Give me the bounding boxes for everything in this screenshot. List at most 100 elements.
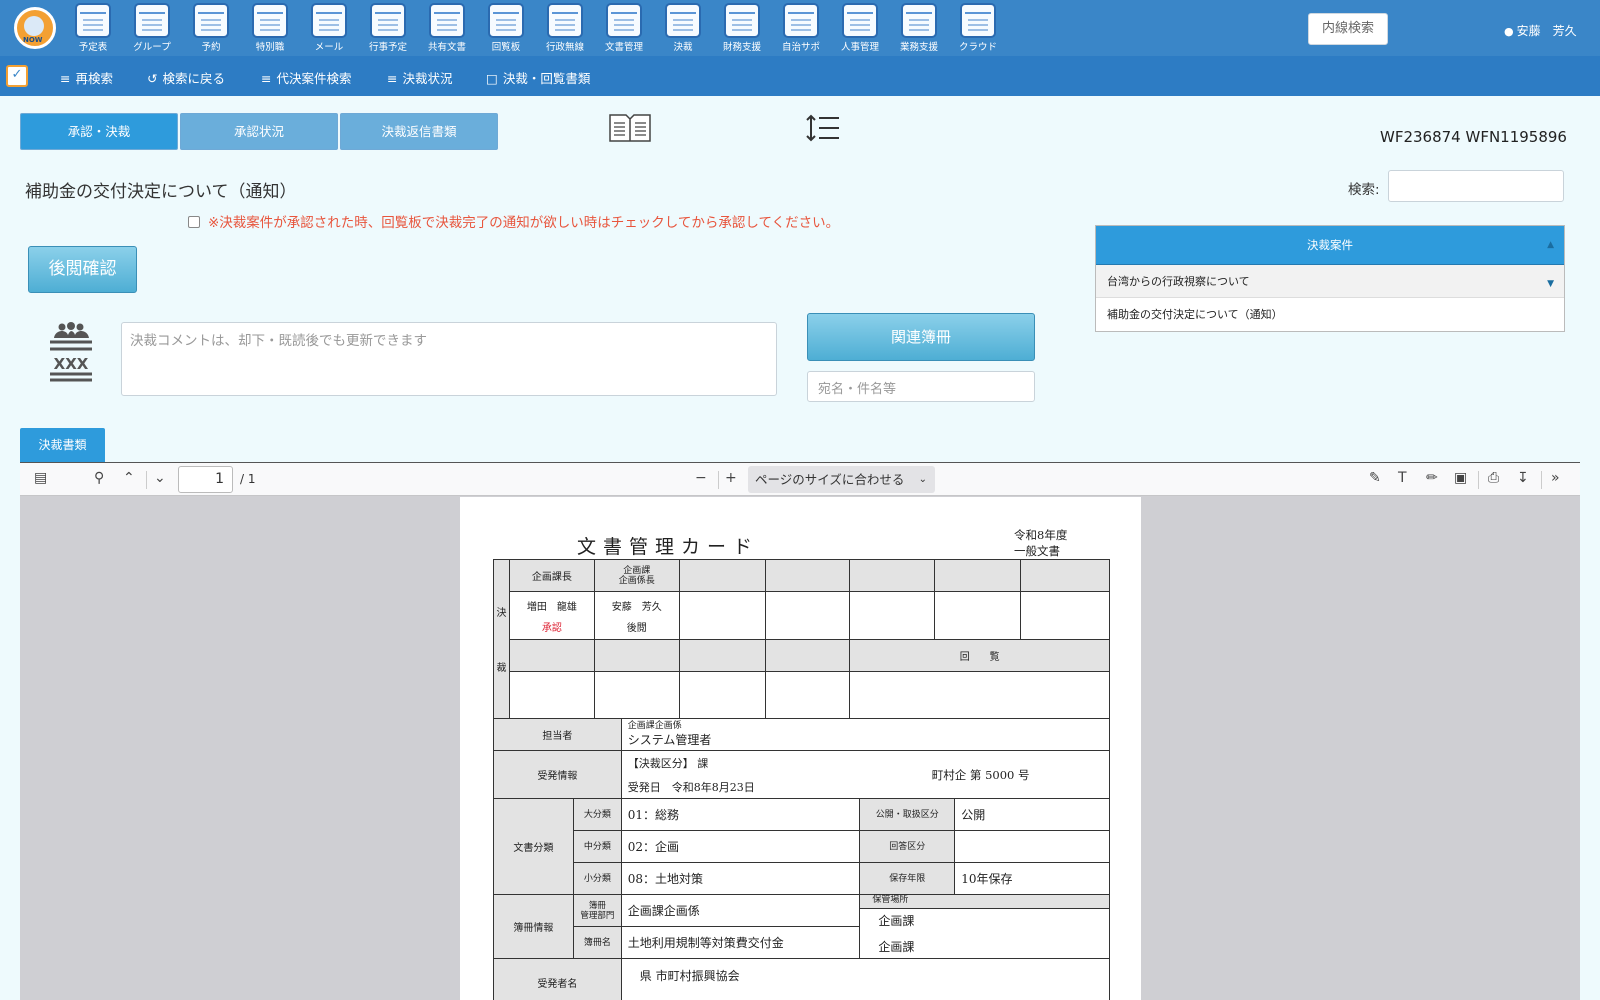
page-number-input[interactable]: 1 bbox=[178, 466, 233, 493]
app-business-support[interactable]: 業務支援 bbox=[890, 3, 948, 55]
page-title: 補助金の交付決定について（通知） bbox=[25, 182, 297, 202]
zoom-value: ページのサイズに合わせる bbox=[755, 472, 905, 487]
zoom-in-icon[interactable]: + bbox=[725, 470, 737, 486]
tab-approval-documents[interactable]: 決裁書類 bbox=[20, 428, 105, 462]
draw-icon[interactable]: ✏ bbox=[1426, 470, 1438, 486]
tab-approval-status[interactable]: 承認状況 bbox=[180, 113, 338, 150]
back-to-search-link[interactable]: ↺ 検索に戻る bbox=[147, 68, 225, 87]
extension-search-button[interactable]: 内線検索 bbox=[1308, 13, 1388, 45]
app-cloud[interactable]: クラウド bbox=[949, 3, 1007, 55]
schedule-icon bbox=[75, 3, 111, 38]
hokan-value-1: 企画課 bbox=[878, 914, 915, 928]
app-reservation[interactable]: 予約 bbox=[182, 3, 240, 55]
app-label: 人事管理 bbox=[840, 42, 879, 53]
approval-docs-link[interactable]: □ 決裁・回覧書類 bbox=[486, 68, 590, 87]
mail-icon bbox=[311, 3, 347, 38]
approval-stamp-table: 決裁 企画課長 企画課 企画係長 増田 龍雄 承認 安藤 芳久 後閲 回 覧 bbox=[493, 559, 1110, 719]
app-circular[interactable]: 回覧板 bbox=[477, 3, 535, 55]
sidebar-toggle-icon[interactable]: ▤ bbox=[34, 470, 47, 486]
related-books-button[interactable]: 関連簿冊 bbox=[807, 313, 1035, 361]
re-search-link[interactable]: ≡ 再検索 bbox=[60, 68, 113, 87]
circulation-head: 回 覧 bbox=[849, 639, 1110, 672]
list-icon: ≡ bbox=[387, 71, 398, 86]
app-mail[interactable]: メール bbox=[300, 3, 358, 55]
image-icon[interactable]: ▣ bbox=[1454, 470, 1467, 486]
proxy-search-link[interactable]: ≡ 代決案件検索 bbox=[261, 68, 352, 87]
related-search-input[interactable]: 宛名・件名等 bbox=[807, 371, 1035, 402]
download-icon[interactable]: ↧ bbox=[1517, 470, 1529, 486]
jyuhatsu-label: 受発情報 bbox=[493, 750, 622, 799]
app-group[interactable]: グループ bbox=[123, 3, 181, 55]
app-label: 自治サポ bbox=[781, 42, 820, 53]
sai-char: 裁 bbox=[496, 663, 507, 674]
app-shared-docs[interactable]: 共有文書 bbox=[418, 3, 476, 55]
app-approval[interactable]: 決裁 bbox=[654, 3, 712, 55]
tab-approve[interactable]: 承認・決裁 bbox=[20, 113, 178, 150]
home-logo[interactable]: NOW bbox=[14, 7, 56, 49]
cases-table-header[interactable]: 決裁案件 ▲ ▼ bbox=[1096, 226, 1564, 289]
print-icon[interactable]: ⎙ bbox=[1488, 470, 1499, 486]
comment-textarea[interactable]: 決裁コメントは、却下・既読後でも更新できます bbox=[121, 322, 777, 396]
hr-icon bbox=[842, 3, 878, 38]
hozon-value: 10年保存 bbox=[954, 862, 1110, 895]
app-label: 行政無線 bbox=[545, 42, 584, 53]
koukai-label: 公開・取扱区分 bbox=[859, 798, 956, 831]
app-event[interactable]: 行事予定 bbox=[359, 3, 417, 55]
notify-checkbox[interactable] bbox=[188, 216, 200, 228]
chevron-up-icon[interactable]: ⌃ bbox=[123, 470, 135, 486]
search-input[interactable] bbox=[1388, 170, 1564, 202]
proxy-search-label: 代決案件検索 bbox=[276, 71, 352, 86]
koukai-value: 公開 bbox=[954, 798, 1110, 831]
app-hr[interactable]: 人事管理 bbox=[831, 3, 889, 55]
zoom-out-icon[interactable]: − bbox=[695, 470, 707, 486]
document-info-table: 担当者 企画課企画係 システム管理者 受発情報 【決裁区分】 課 町村企 第 50… bbox=[493, 718, 1111, 1000]
radio-icon bbox=[547, 3, 583, 38]
municipal-support-icon bbox=[783, 3, 819, 38]
bosatsu-dept-value: 企画課企画係 bbox=[620, 894, 861, 927]
bunrui-label: 文書分類 bbox=[493, 798, 574, 895]
table-row[interactable]: 台湾からの行政視察について bbox=[1096, 265, 1564, 298]
app-label: 行事予定 bbox=[368, 42, 407, 53]
post-review-button[interactable]: 後閲確認 bbox=[28, 246, 137, 293]
top-app-bar: NOW 予定表 グループ 予約 特別職 メール 行事予定 共有文書 回覧板 行政… bbox=[0, 0, 1600, 56]
dai-label: 大分類 bbox=[572, 798, 622, 831]
chevron-down-icon[interactable]: ⌄ bbox=[154, 470, 166, 486]
reservation-icon bbox=[193, 3, 229, 38]
card-title: 文書管理カード bbox=[577, 536, 760, 558]
user-menu[interactable]: ● 安藤 芳久 bbox=[1504, 22, 1577, 39]
kessai-char: 決 bbox=[496, 608, 507, 619]
kaitou-value bbox=[954, 830, 1110, 863]
compare-documents-icon[interactable] bbox=[608, 113, 652, 143]
app-special-staff[interactable]: 特別職 bbox=[241, 3, 299, 55]
app-document-management[interactable]: 文書管理 bbox=[595, 3, 653, 55]
line-spacing-icon[interactable] bbox=[805, 112, 841, 144]
app-municipal-support[interactable]: 自治サポ bbox=[772, 3, 830, 55]
highlight-icon[interactable]: ✎ bbox=[1369, 470, 1381, 486]
search-icon[interactable]: ⚲ bbox=[94, 470, 104, 486]
zoom-select[interactable]: ページのサイズに合わせる ⌄ bbox=[748, 466, 935, 493]
jyuhatsu-date: 受発日 令和8年8月23日 bbox=[627, 780, 755, 794]
app-label: メール bbox=[314, 42, 344, 53]
jyuhatsusha-value: 県 市町村振興協会 bbox=[620, 958, 1111, 1000]
app-label: 業務支援 bbox=[899, 42, 938, 53]
tab-reply-documents[interactable]: 決裁返信書類 bbox=[340, 113, 498, 150]
approval-icon bbox=[665, 3, 701, 38]
svg-text:XXX: XXX bbox=[54, 355, 89, 373]
approver2-name: 安藤 芳久 bbox=[611, 601, 662, 613]
fiscal-year: 令和8年度 一般文書 bbox=[1014, 527, 1067, 559]
user-name: 安藤 芳久 bbox=[1516, 24, 1577, 38]
notify-instruction: ※決裁案件が承認された時、回覧板で決裁完了の通知が欲しい時はチェックしてから承認… bbox=[208, 215, 840, 231]
jyuhatsu-number: 町村企 第 5000 号 bbox=[931, 768, 1030, 782]
approver2-status: 後閲 bbox=[626, 622, 647, 634]
dai-value: 01：総務 bbox=[620, 798, 861, 831]
table-row[interactable]: 補助金の交付決定について（通知） bbox=[1096, 298, 1564, 331]
approval-check-icon[interactable]: ✓ bbox=[6, 65, 28, 87]
app-schedule[interactable]: 予定表 bbox=[64, 3, 122, 55]
app-radio[interactable]: 行政無線 bbox=[536, 3, 594, 55]
approval-status-link[interactable]: ≡ 決裁状況 bbox=[387, 68, 453, 87]
app-finance[interactable]: 財務支援 bbox=[713, 3, 771, 55]
text-tool-icon[interactable]: T bbox=[1398, 470, 1407, 486]
pdf-page: 文書管理カード 令和8年度 一般文書 決裁 企画課長 企画課 企画係長 増田 龍雄… bbox=[460, 497, 1141, 1000]
back-to-search-label: 検索に戻る bbox=[162, 71, 225, 86]
more-tools-icon[interactable]: » bbox=[1551, 470, 1560, 486]
